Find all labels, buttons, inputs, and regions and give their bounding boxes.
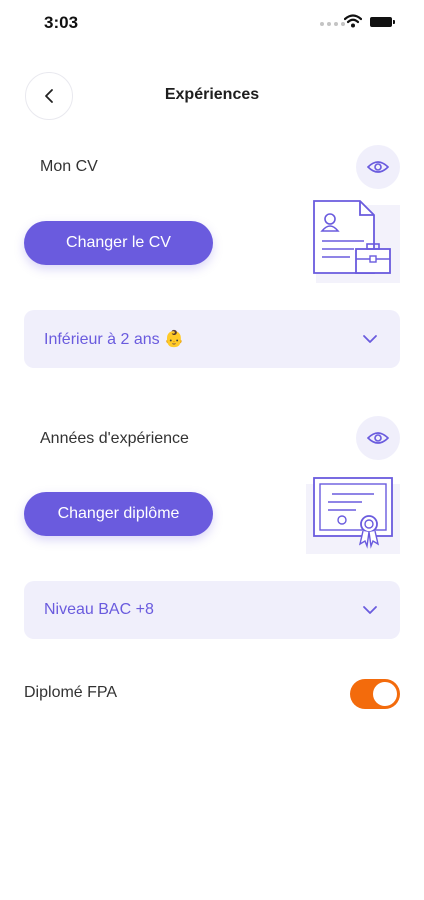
preview-diploma-button[interactable] (356, 416, 400, 460)
experience-duration-select[interactable]: Inférieur à 2 ans 👶 (24, 310, 400, 368)
signal-icon (320, 22, 345, 26)
chevron-down-icon (363, 606, 377, 614)
cv-section-label: Mon CV (40, 158, 98, 175)
status-bar: 3:03 (0, 0, 424, 46)
diploma-level-value: Niveau BAC +8 (44, 601, 154, 618)
status-time: 3:03 (44, 13, 79, 32)
change-cv-button[interactable]: Changer le CV (24, 221, 213, 265)
eye-icon (367, 161, 389, 173)
wifi-icon (344, 14, 362, 28)
diploma-level-select[interactable]: Niveau BAC +8 (24, 581, 400, 639)
diploma-certificate-icon (306, 470, 402, 556)
cv-document-icon (306, 197, 402, 283)
toggle-knob (373, 682, 397, 706)
page-title: Expériences (164, 86, 260, 103)
chevron-down-icon (363, 335, 377, 343)
fpa-toggle[interactable] (350, 679, 400, 709)
preview-cv-button[interactable] (356, 145, 400, 189)
change-diploma-button[interactable]: Changer diplôme (24, 492, 213, 536)
experience-duration-value: Inférieur à 2 ans 👶 (44, 331, 184, 348)
eye-icon (367, 432, 389, 444)
fpa-label: Diplomé FPA (24, 684, 118, 701)
diploma-section-label: Années d'expérience (40, 430, 189, 447)
battery-icon (370, 17, 395, 27)
